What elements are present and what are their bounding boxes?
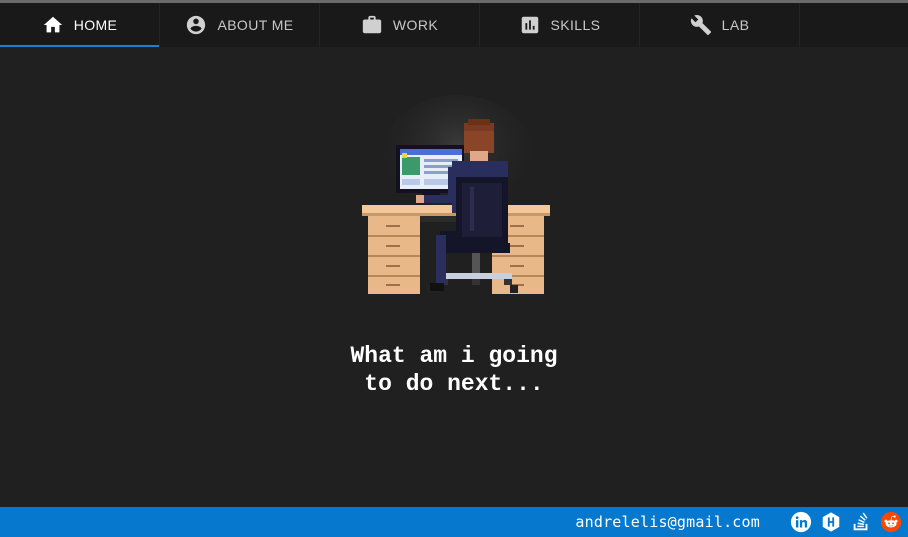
tab-skills-label: SKILLS — [550, 17, 601, 33]
headline-line-2: to do next... — [364, 371, 544, 397]
headline-line-1: What am i going — [350, 343, 558, 369]
tab-skills[interactable]: SKILLS — [480, 3, 640, 47]
linkedin-icon[interactable] — [790, 511, 812, 533]
tab-lab-label: LAB — [721, 17, 750, 33]
briefcase-icon — [361, 14, 383, 36]
tab-home-label: HOME — [73, 17, 118, 33]
tab-about-me[interactable]: ABOUT ME — [160, 3, 320, 47]
tab-work[interactable]: WORK — [320, 3, 480, 47]
headline: What am i going to do next... — [254, 342, 654, 398]
tab-home[interactable]: HOME — [0, 3, 160, 47]
tab-lab[interactable]: LAB — [640, 3, 800, 47]
main-nav: HOME ABOUT ME WORK SKILLS LAB — [0, 3, 908, 47]
stackoverflow-icon[interactable] — [850, 511, 872, 533]
account-circle-icon — [185, 14, 207, 36]
bar-chart-icon — [519, 14, 541, 36]
home-icon — [42, 14, 64, 36]
hackerrank-icon[interactable] — [820, 511, 842, 533]
tab-work-label: WORK — [392, 17, 439, 33]
wrench-icon — [690, 14, 712, 36]
footer-bar: andrelelis@gmail.com — [0, 507, 908, 537]
reddit-icon[interactable] — [880, 511, 902, 533]
email-link[interactable]: andrelelis@gmail.com — [575, 513, 760, 531]
tab-about-me-label: ABOUT ME — [217, 17, 294, 33]
developer-illustration — [360, 95, 552, 300]
